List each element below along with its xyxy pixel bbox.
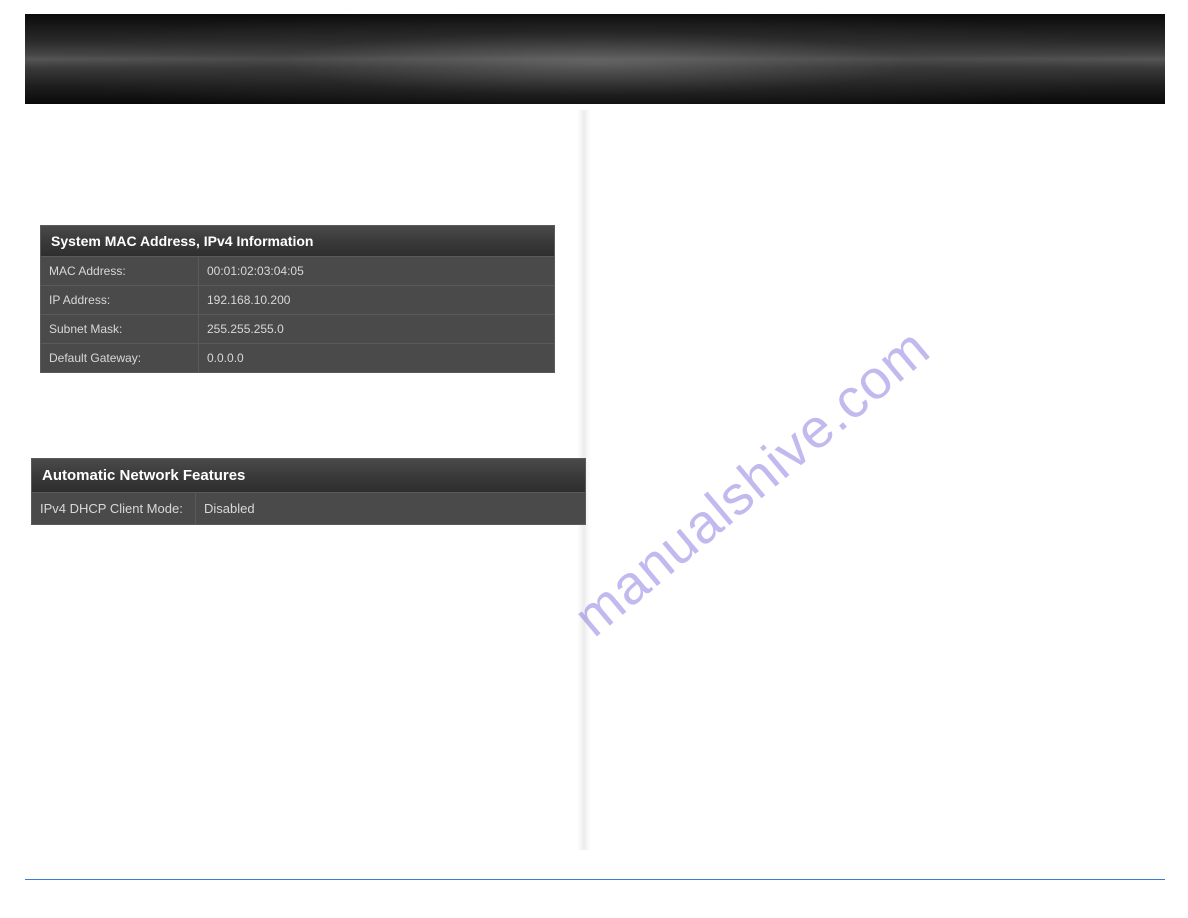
header-banner: [25, 14, 1165, 104]
auto-features-panel: Automatic Network Features IPv4 DHCP Cli…: [31, 458, 586, 525]
table-row: MAC Address: 00:01:02:03:04:05: [41, 257, 554, 286]
mac-address-label: MAC Address:: [41, 257, 199, 285]
dhcp-client-mode-value: Disabled: [196, 493, 585, 524]
table-row: IP Address: 192.168.10.200: [41, 286, 554, 315]
table-row: Default Gateway: 0.0.0.0: [41, 344, 554, 372]
watermark-text: manualshive.com: [561, 315, 941, 649]
dhcp-client-mode-label: IPv4 DHCP Client Mode:: [32, 493, 196, 524]
default-gateway-label: Default Gateway:: [41, 344, 199, 372]
system-info-title: System MAC Address, IPv4 Information: [41, 226, 554, 257]
bottom-divider: [25, 879, 1165, 880]
subnet-mask-value: 255.255.255.0: [199, 315, 554, 343]
mac-address-value: 00:01:02:03:04:05: [199, 257, 554, 285]
system-info-panel: System MAC Address, IPv4 Information MAC…: [40, 225, 555, 373]
table-row: IPv4 DHCP Client Mode: Disabled: [32, 493, 585, 524]
auto-features-title: Automatic Network Features: [32, 459, 585, 493]
subnet-mask-label: Subnet Mask:: [41, 315, 199, 343]
table-row: Subnet Mask: 255.255.255.0: [41, 315, 554, 344]
ip-address-value: 192.168.10.200: [199, 286, 554, 314]
content-area: System MAC Address, IPv4 Information MAC…: [40, 225, 595, 610]
ip-address-label: IP Address:: [41, 286, 199, 314]
default-gateway-value: 0.0.0.0: [199, 344, 554, 372]
